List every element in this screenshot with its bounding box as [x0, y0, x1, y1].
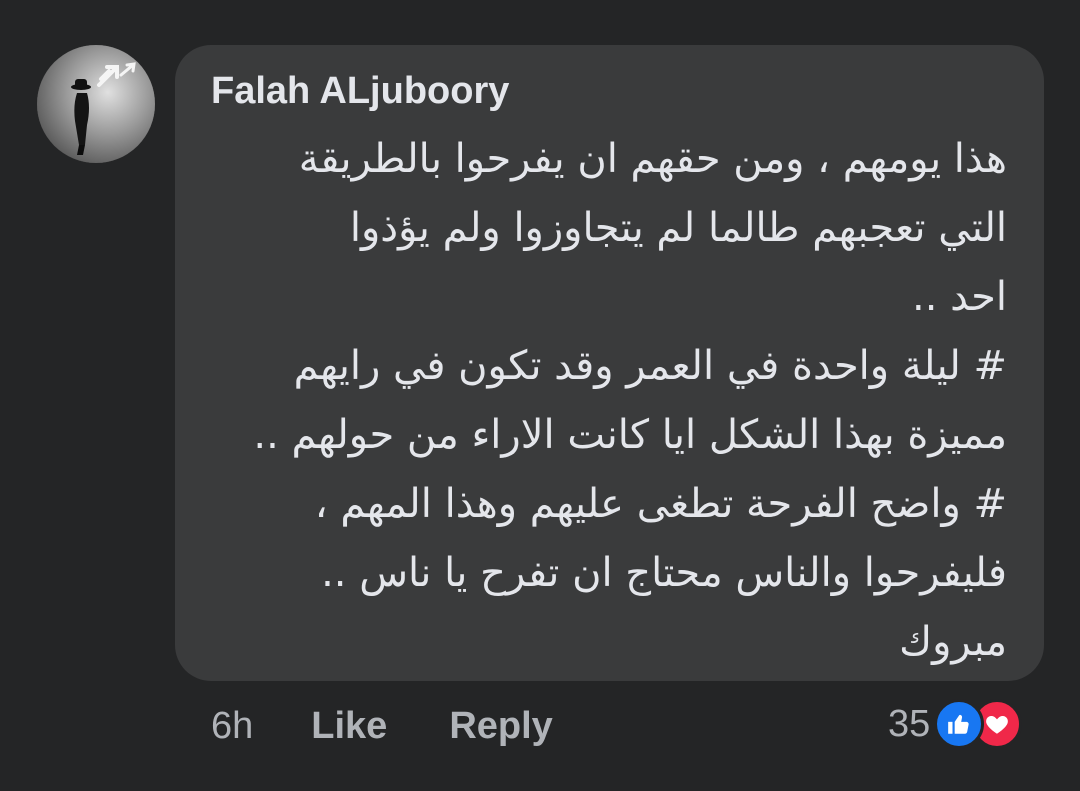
- comment-author-name[interactable]: Falah ALjuboory: [211, 66, 509, 116]
- avatar[interactable]: [37, 45, 155, 163]
- comment-line: هذا يومهم ، ومن حقهم ان يفرحوا بالطريقة: [298, 136, 1007, 182]
- comment-line: فليفرحوا والناس محتاج ان تفرح يا ناس ..: [321, 550, 1007, 596]
- comment-line: # ليلة واحدة في العمر وقد تكون في رايهم: [293, 343, 1007, 389]
- thumbs-up-icon: [934, 699, 985, 749]
- comment-actions: 6h Like Reply: [211, 700, 615, 752]
- avatar-image: [37, 45, 155, 163]
- comment-line: مميزة بهذا الشكل ايا كانت الاراء من حوله…: [253, 412, 1007, 458]
- comment-line: احد ..: [912, 274, 1007, 320]
- comment-line: # واضح الفرحة تطغى عليهم وهذا المهم ،: [314, 481, 1007, 527]
- like-button[interactable]: Like: [311, 705, 387, 748]
- reply-button[interactable]: Reply: [449, 705, 552, 748]
- comment-line: مبروك: [899, 619, 1007, 665]
- reactions-summary[interactable]: 35: [888, 697, 1023, 751]
- reaction-count: 35: [888, 702, 931, 745]
- comment-text: هذا يومهم ، ومن حقهم ان يفرحوا بالطريقة …: [232, 125, 1007, 677]
- comment-timestamp[interactable]: 6h: [211, 705, 253, 748]
- comment-line: التي تعجبهم طالما لم يتجاوزوا ولم يؤذوا: [349, 205, 1007, 251]
